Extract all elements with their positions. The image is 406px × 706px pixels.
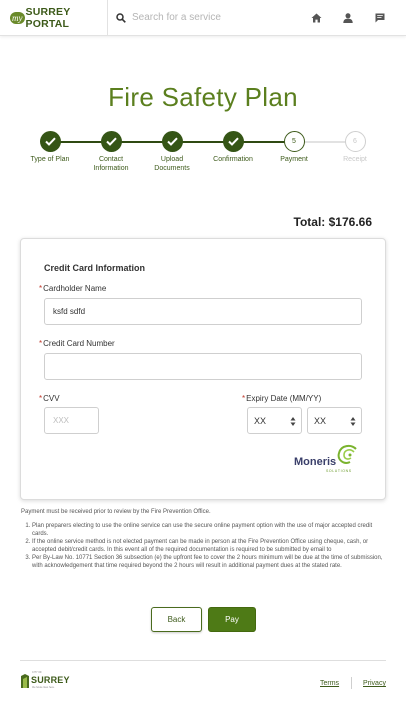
check-icon [161, 131, 183, 152]
payment-notes: Payment must be received prior to review… [21, 508, 387, 570]
cardholder-name-input[interactable] [44, 298, 362, 325]
card-section-title: Credit Card Information [44, 263, 146, 273]
select-arrows-icon [290, 417, 296, 426]
step-label: Contact Information [93, 156, 129, 172]
progress-stepper: Type of Plan Contact Information Upload Do… [20, 131, 386, 175]
notes-item: If the online service method is not elec… [32, 538, 387, 554]
logo-badge: my [10, 11, 25, 24]
message-icon[interactable] [364, 0, 396, 36]
surrey-mark-icon [21, 674, 29, 688]
check-icon [222, 131, 244, 152]
step-contact-information: Contact Information [81, 131, 141, 173]
moneris-swirl-icon [337, 444, 357, 464]
step-label: Confirmation [213, 156, 253, 163]
step-label: Upload Documents [154, 156, 190, 172]
step-type-of-plan: Type of Plan [20, 131, 80, 164]
card-number-input[interactable] [44, 353, 362, 380]
payment-total: Total: $176.66 [293, 215, 372, 229]
notes-item: Plan preparers electing to use the onlin… [32, 522, 387, 538]
check-icon [100, 131, 122, 152]
privacy-link[interactable]: Privacy [363, 680, 386, 687]
notes-intro: Payment must be received prior to review… [21, 509, 211, 515]
cardholder-label: *Cardholder Name [39, 284, 107, 293]
top-header: my SURREY PORTAL [0, 0, 406, 36]
step-label: Receipt [343, 156, 367, 163]
step-label: Type of Plan [30, 156, 70, 163]
cvv-input[interactable] [44, 407, 99, 434]
notes-list: Plan preparers electing to use the onlin… [21, 522, 387, 570]
search-bar [108, 0, 300, 36]
step-receipt: 6 Receipt [325, 131, 385, 164]
logo-text: SURREY PORTAL [25, 5, 71, 30]
footer-separator [351, 677, 352, 689]
back-button[interactable]: Back [151, 607, 202, 632]
page-title: Fire Safety Plan [108, 82, 298, 112]
step-number: 5 [283, 131, 305, 152]
terms-link[interactable]: Terms [320, 680, 339, 687]
expiry-month-select[interactable]: XX [247, 407, 302, 434]
step-label: Payment [280, 156, 308, 163]
pay-button[interactable]: Pay [208, 607, 256, 632]
cvv-label: *CVV [39, 394, 60, 403]
city-of-surrey-logo[interactable]: CITY OF SURREY the future lives here. [20, 671, 72, 693]
home-icon[interactable] [300, 0, 332, 36]
step-upload-documents: Upload Documents [142, 131, 202, 173]
step-number: 6 [344, 131, 366, 152]
moneris-logo: Moneris SOLUTIONS [292, 444, 362, 474]
search-icon [116, 12, 126, 23]
notes-item: Per By-Law No. 10771 Section 36 subsecti… [32, 554, 387, 570]
step-confirmation: Confirmation [203, 131, 263, 164]
footer-divider [20, 660, 386, 661]
user-icon[interactable] [332, 0, 364, 36]
header-icons [300, 0, 396, 36]
step-payment: 5 Payment [264, 131, 324, 164]
check-icon [39, 131, 61, 152]
credit-card-form: Credit Card Information *Cardholder Name… [20, 238, 386, 500]
card-number-label: *Credit Card Number [39, 339, 115, 348]
expiry-label: *Expiry Date (MM/YY) [242, 394, 322, 403]
portal-logo[interactable]: my SURREY PORTAL [0, 0, 108, 36]
select-arrows-icon [350, 417, 356, 426]
search-input[interactable] [132, 12, 282, 23]
expiry-year-select[interactable]: XX [307, 407, 362, 434]
